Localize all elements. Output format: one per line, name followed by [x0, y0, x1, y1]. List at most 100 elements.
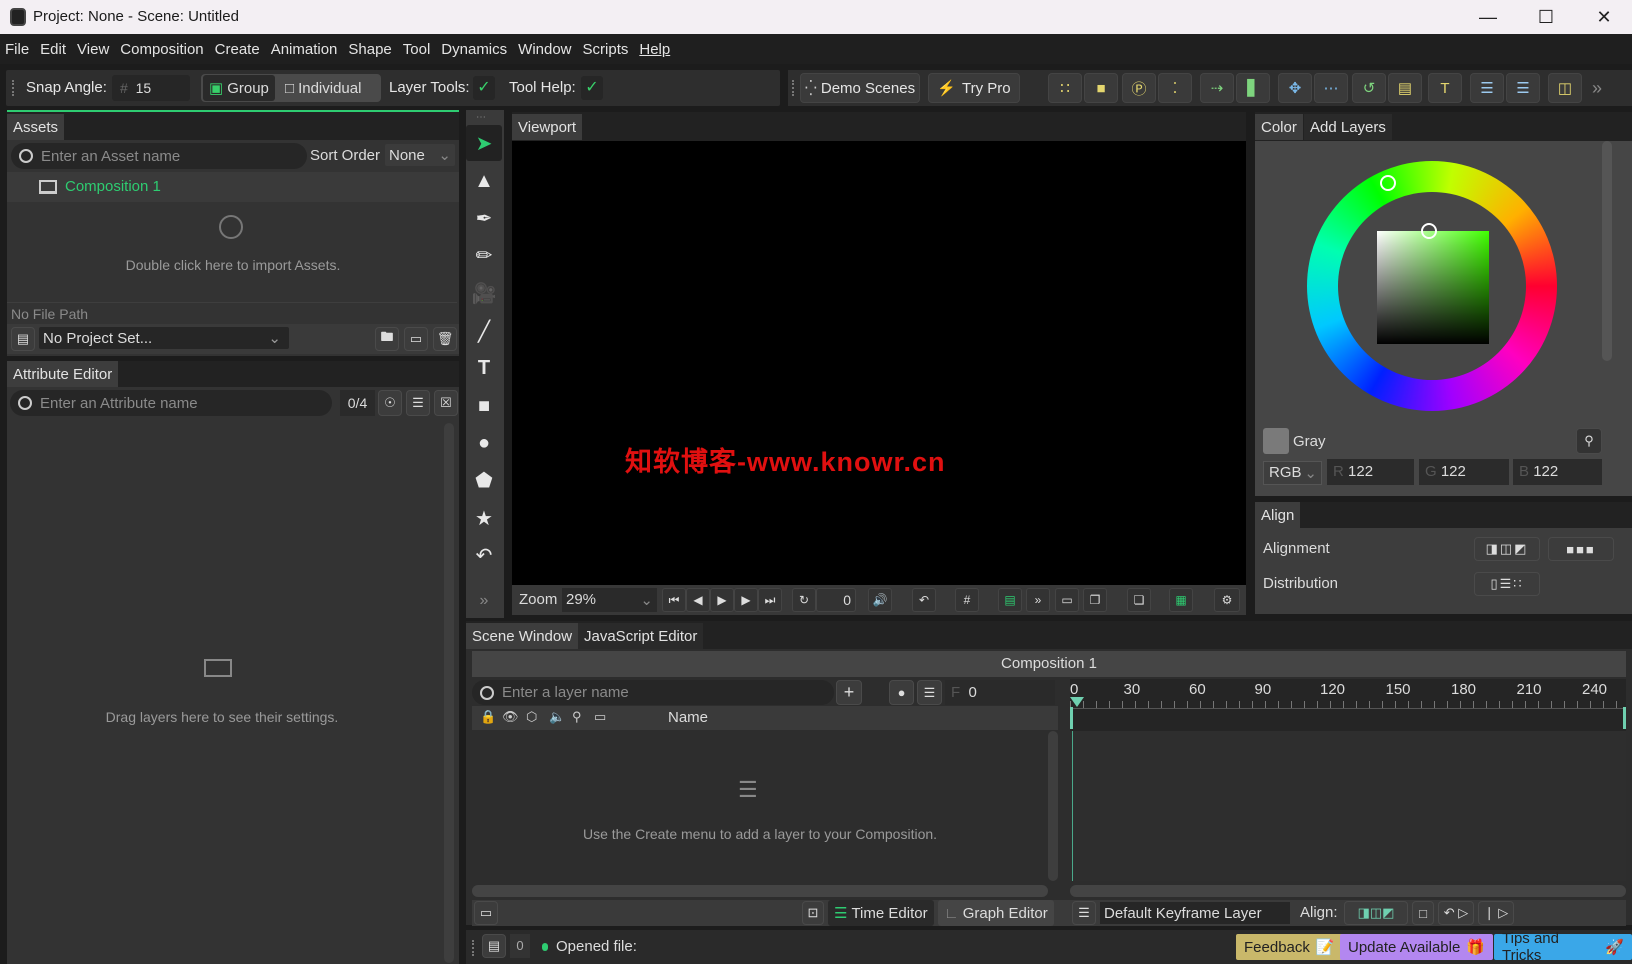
first-frame-button[interactable]: ⏮ [662, 588, 686, 612]
feedback-button[interactable]: Feedback 📝 [1236, 934, 1343, 960]
solo-button[interactable]: ⊡ [802, 901, 824, 925]
saturation-value-square[interactable] [1377, 223, 1489, 344]
tool-camera[interactable]: 🎥 [466, 275, 502, 311]
audio-button[interactable]: 🔊 [868, 588, 892, 612]
tool-pen[interactable]: ✒ [466, 200, 502, 236]
layer-tools-checkbox[interactable]: ✓ [473, 76, 495, 100]
frame-counter[interactable]: 0 [816, 588, 856, 612]
tool-direct-select[interactable]: ▲ [466, 163, 502, 199]
menu-dynamics[interactable]: Dynamics [441, 41, 507, 58]
graph-editor-button[interactable]: ∟ Graph Editor [938, 900, 1054, 926]
tab-attribute-editor[interactable]: Attribute Editor [7, 361, 119, 387]
repeater-row-button[interactable]: ⋯ [1314, 73, 1348, 103]
tool-select[interactable]: ➤ [466, 125, 502, 161]
last-frame-button[interactable]: ⏭ [758, 588, 782, 612]
film-button[interactable]: ▤ [1388, 73, 1422, 103]
tool-line[interactable]: ╱ [466, 313, 502, 349]
audio-icon[interactable]: 🔈 [549, 709, 565, 725]
delete-asset-button[interactable]: 🗑 [433, 327, 457, 351]
pin-icon[interactable]: ⚲ [572, 709, 582, 725]
viewport-settings-button[interactable]: ⚙ [1214, 588, 1240, 612]
tool-polygon[interactable]: ⬟ [466, 462, 502, 498]
project-settings-button[interactable]: ▤ [11, 327, 35, 351]
sv-handle[interactable] [1421, 223, 1437, 239]
playhead-handle[interactable] [1070, 697, 1084, 707]
keyframe-spacing-button[interactable]: ❘ ▷ [1478, 901, 1514, 925]
play-button[interactable]: ▶ [710, 588, 734, 612]
safe-area-button[interactable]: ▭ [1055, 588, 1079, 612]
blue-input[interactable]: B 122 [1513, 459, 1602, 485]
label-button[interactable]: ▭ [474, 901, 498, 925]
time-editor-button[interactable]: ☰ Time Editor [828, 900, 934, 926]
color-swatch[interactable] [1263, 428, 1289, 454]
tips-and-tricks-button[interactable]: Tips and Tricks 🚀 [1494, 930, 1632, 964]
tab-viewport[interactable]: Viewport [512, 114, 583, 140]
pick-attribute-button[interactable]: ☉ [378, 390, 402, 416]
menu-help[interactable]: Help [639, 41, 670, 58]
menu-scripts[interactable]: Scripts [583, 41, 629, 58]
grid-dots-button[interactable]: ∷ [1048, 73, 1082, 103]
prev-frame-button[interactable]: ◀ [686, 588, 710, 612]
menu-edit[interactable]: Edit [40, 41, 66, 58]
frame-input[interactable]: F 0 [945, 680, 1055, 705]
new-composition-button[interactable]: ▭ [404, 327, 428, 351]
hue-handle[interactable] [1380, 175, 1396, 191]
color-scrollbar[interactable] [1602, 141, 1612, 361]
demo-scenes-button[interactable]: ⁛ Demo Scenes [800, 73, 920, 103]
horizontal-align-buttons[interactable]: ◨◫◩ [1474, 537, 1540, 561]
console-button[interactable]: ▤ [482, 934, 506, 958]
toolbar-grip[interactable] [792, 80, 794, 96]
tools-expand-button[interactable]: » [466, 583, 502, 619]
menu-tool[interactable]: Tool [403, 41, 431, 58]
tool-rectangle[interactable]: ■ [466, 388, 502, 424]
individual-button[interactable]: □ Individual [279, 75, 367, 101]
motion-blur-toggle[interactable]: ● [889, 680, 914, 705]
timeline-ruler[interactable]: 0 30 60 90 120 150 180 210 240 [1070, 679, 1626, 731]
maximize-button[interactable]: ☐ [1517, 0, 1575, 34]
menu-create[interactable]: Create [215, 41, 260, 58]
update-available-button[interactable]: Update Available 🎁 [1340, 934, 1493, 960]
guides-button[interactable]: ▤ [998, 588, 1022, 612]
menu-file[interactable]: File [5, 41, 29, 58]
scatter-button[interactable]: ⁚ [1158, 73, 1192, 103]
layer-list-scrollbar[interactable] [1048, 731, 1058, 881]
tab-javascript-editor[interactable]: JavaScript Editor [578, 623, 704, 649]
sequence-button[interactable]: ☰ [1506, 73, 1540, 103]
keyframe-layer-menu-button[interactable]: ☰ [1072, 901, 1096, 925]
minimize-button[interactable]: — [1459, 0, 1517, 34]
align-left-button[interactable]: ▋ [1236, 73, 1270, 103]
tab-assets[interactable]: Assets [7, 114, 65, 140]
distribution-buttons[interactable]: ▯☰∷ [1474, 572, 1540, 596]
rotate-button[interactable]: ↺ [1352, 73, 1386, 103]
tool-arc[interactable]: ↶ [466, 537, 502, 573]
asset-search-input[interactable]: Enter an Asset name [11, 143, 307, 169]
green-input[interactable]: G 122 [1419, 459, 1509, 485]
text-path-button[interactable]: T [1428, 73, 1462, 103]
grid-button[interactable]: # [955, 588, 979, 612]
mask-button[interactable]: ❏ [1127, 588, 1151, 612]
viewport-canvas[interactable]: 知软博客-www.knowr.cn [512, 141, 1246, 585]
try-pro-button[interactable]: ⚡ Try Pro [928, 73, 1020, 103]
name-column-header[interactable]: Name [668, 709, 708, 726]
group-button[interactable]: ▣ Group [203, 75, 275, 101]
vertical-align-buttons[interactable]: ■■■ [1548, 537, 1614, 561]
project-select[interactable]: No Project Set... ⌄ [39, 327, 289, 349]
snap-angle-input[interactable]: # 15 [112, 75, 190, 101]
clear-attribute-button[interactable]: ☒ [434, 390, 458, 416]
tool-pencil[interactable]: ✏ [466, 237, 502, 273]
keyframe-layer-field[interactable]: Default Keyframe Layer [1100, 902, 1290, 924]
tab-scene-window[interactable]: Scene Window [466, 623, 579, 649]
keyframe-align-buttons[interactable]: ◨◫◩ [1344, 901, 1408, 925]
menu-window[interactable]: Window [518, 41, 571, 58]
attribute-search-input[interactable]: Enter an Attribute name [10, 390, 332, 416]
keyframe-box-button[interactable]: □ [1412, 901, 1434, 925]
asset-list-item[interactable]: Composition 1 [7, 172, 459, 202]
tools-grip[interactable]: ⋯ [476, 112, 486, 123]
timeline-track-area[interactable] [1070, 731, 1626, 881]
layer-search-input[interactable]: Enter a layer name [472, 680, 834, 705]
tool-help-checkbox[interactable]: ✓ [581, 76, 603, 100]
loop-button[interactable]: ↻ [792, 588, 816, 612]
tool-ellipse[interactable]: ● [466, 425, 502, 461]
menu-view[interactable]: View [77, 41, 109, 58]
toolbar-grip[interactable] [12, 80, 14, 96]
